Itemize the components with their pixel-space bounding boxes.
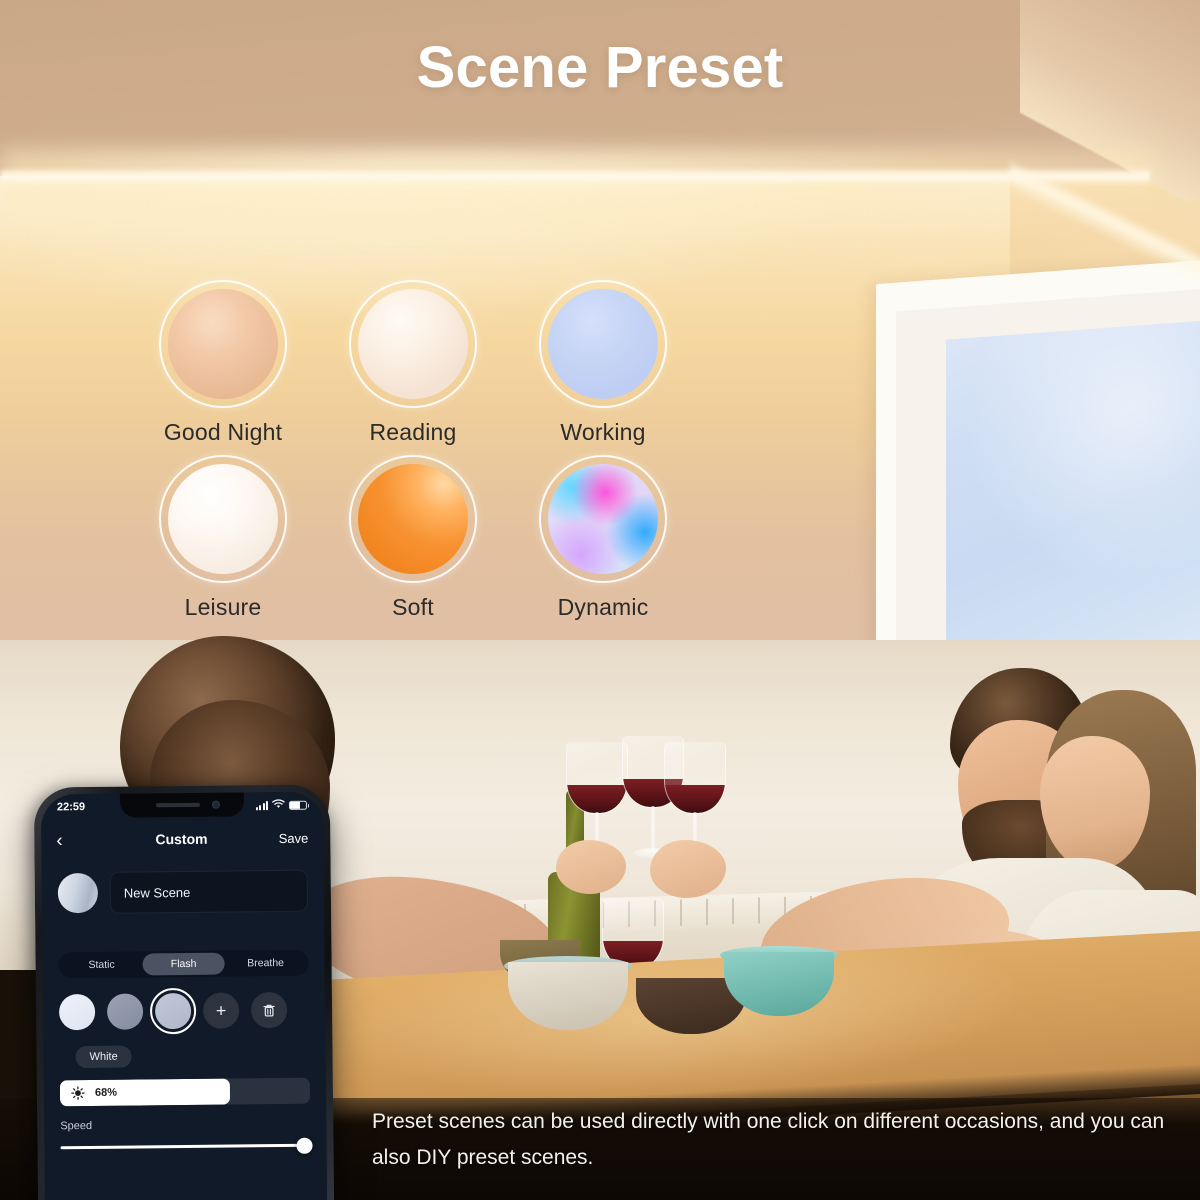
brightness-slider-fill: 68% [59, 1078, 231, 1107]
page-title: Scene Preset [416, 35, 784, 100]
speed-slider-thumb[interactable] [296, 1137, 313, 1154]
plus-icon: + [215, 1000, 227, 1021]
scene-preset-reading[interactable]: Reading [318, 280, 508, 455]
add-color-button[interactable]: + [202, 992, 240, 1029]
color-swatch[interactable] [58, 993, 96, 1031]
color-swatch[interactable] [106, 993, 144, 1030]
scene-preset-dynamic[interactable]: Dynamic [508, 455, 698, 630]
scene-swatch-reading [358, 289, 468, 399]
scene-swatch-dynamic [548, 464, 658, 574]
brightness-slider[interactable]: 68% [59, 1077, 311, 1107]
color-name-chip[interactable]: White [75, 1045, 132, 1069]
scene-preset-leisure[interactable]: Leisure [128, 455, 318, 630]
scene-name-input[interactable]: New Scene [109, 869, 309, 914]
scene-preset-ring [159, 455, 287, 583]
color-swatch-selected[interactable] [149, 987, 197, 1035]
battery-icon [288, 800, 307, 810]
scene-swatch-soft [358, 464, 468, 574]
scene-preset-ring [539, 455, 667, 583]
led-strip-light-right [1010, 150, 1200, 300]
color-swatch-row: + [43, 976, 326, 1035]
scene-preset-working[interactable]: Working [508, 280, 698, 455]
page-title: Custom [155, 830, 208, 848]
scene-preset-label: Reading [369, 419, 457, 445]
status-indicators [255, 798, 307, 812]
phone-screen: 22:59 ‹ Custom Save New Scene Static Fla… [40, 791, 328, 1200]
scene-preset-label: Soft [392, 594, 434, 620]
scene-swatch-leisure [168, 464, 278, 574]
caption-text: Preset scenes can be used directly with … [372, 1110, 1165, 1170]
status-time: 22:59 [56, 801, 86, 814]
scene-preset-ring [349, 455, 477, 583]
save-button[interactable]: Save [279, 830, 309, 845]
scene-preset-label: Working [560, 419, 646, 445]
phone-notch [119, 792, 245, 818]
phone-mockup: 22:59 ‹ Custom Save New Scene Static Fla… [33, 784, 335, 1200]
color-name-row: White [43, 1028, 325, 1069]
app-nav-bar: ‹ Custom Save [41, 818, 323, 861]
brightness-sun-icon [71, 1086, 85, 1100]
chevron-left-icon[interactable]: ‹ [56, 830, 84, 851]
scene-name-row: New Scene [42, 858, 325, 915]
scene-swatch-working [548, 289, 658, 399]
mode-segmented-control[interactable]: Static Flash Breathe [58, 949, 309, 979]
scene-preset-label: Good Night [163, 419, 283, 445]
trash-icon [262, 1003, 276, 1018]
earpiece-speaker-icon [155, 802, 200, 808]
led-strip-light [0, 168, 1150, 184]
front-camera-icon [211, 800, 220, 809]
speed-label: Speed [60, 1119, 93, 1133]
delete-color-button[interactable] [250, 991, 288, 1029]
wifi-icon [272, 798, 285, 811]
scene-preset-label: Leisure [184, 594, 262, 620]
brightness-value: 68% [94, 1086, 118, 1099]
mode-option-flash[interactable]: Flash [142, 952, 225, 976]
mode-option-static[interactable]: Static [61, 953, 143, 976]
signal-bars-icon [255, 800, 269, 810]
speed-slider[interactable] [60, 1137, 313, 1154]
scene-preset-ring [159, 280, 287, 408]
mode-option-breathe[interactable]: Breathe [224, 952, 306, 975]
scene-preset-soft[interactable]: Soft [318, 455, 508, 630]
scene-preset-label: Dynamic [557, 594, 649, 620]
scene-preset-ring [539, 280, 667, 408]
scene-preset-ring [349, 280, 477, 408]
product-banner: Scene Preset Good Night Reading Working [0, 0, 1200, 1200]
scene-swatch-good-night [168, 289, 278, 399]
scene-preset-good-night[interactable]: Good Night [128, 280, 318, 455]
scene-color-preview[interactable] [57, 872, 99, 914]
scene-preset-grid: Good Night Reading Working Leisure Soft [128, 280, 698, 630]
